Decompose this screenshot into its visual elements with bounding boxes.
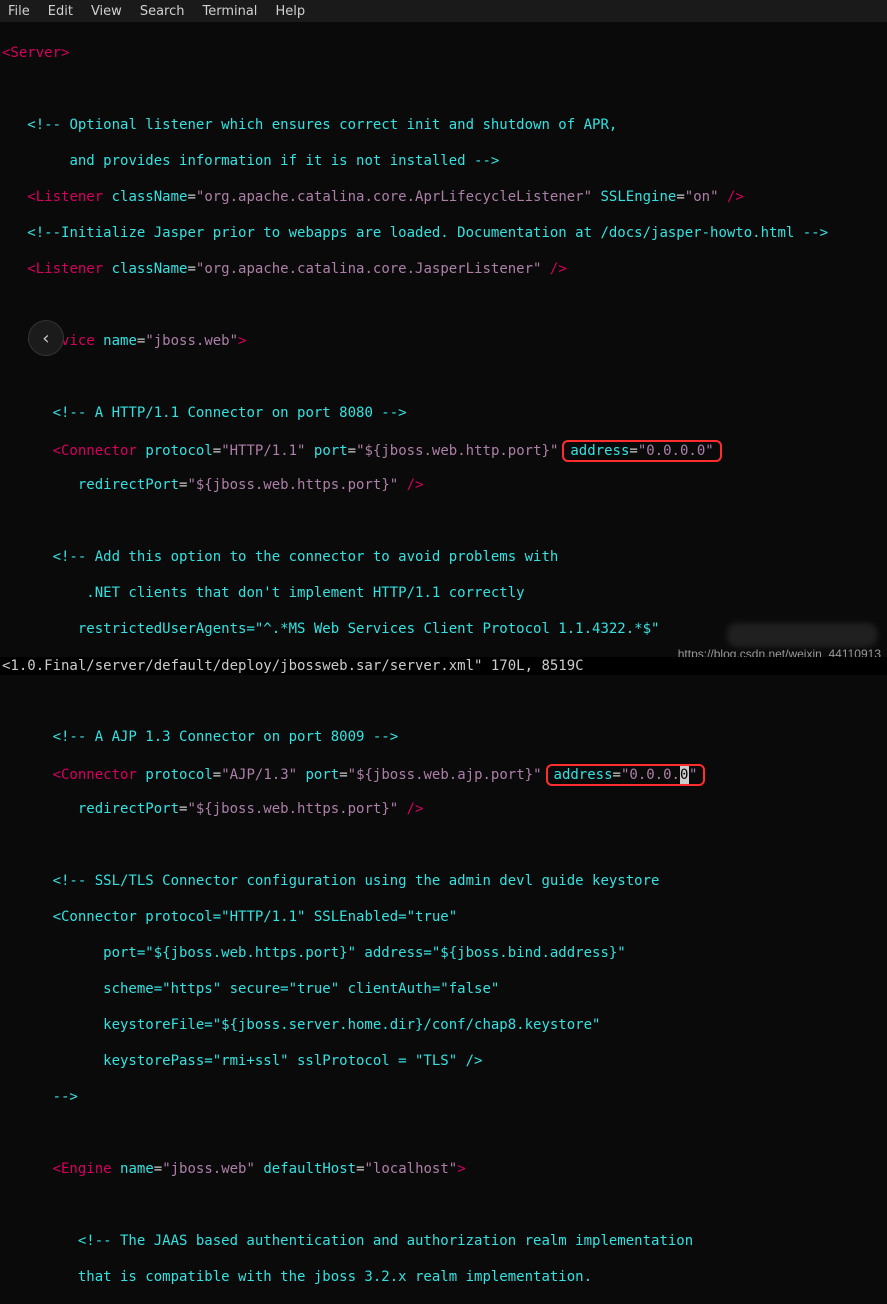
service-gt: > <box>238 333 246 349</box>
val-jboss-web: "jboss.web" <box>145 333 238 349</box>
comment-ssl-5: keystoreFile="${jboss.server.home.dir}/c… <box>78 1017 601 1033</box>
attr-classname-2: className <box>112 261 188 277</box>
comment-jasper: <!--Initialize Jasper prior to webapps a… <box>27 225 828 241</box>
val-engine-name: "jboss.web" <box>162 1161 255 1177</box>
attr-engine-name: name <box>120 1161 154 1177</box>
val-on: "on" <box>685 189 719 205</box>
comment-opt-3: restrictedUserAgents="^.*MS Web Services… <box>53 621 660 637</box>
attr-protocol-1: protocol <box>145 443 212 459</box>
comment-ssl-4: scheme="https" secure="true" clientAuth=… <box>78 981 499 997</box>
comment-ajp: <!-- A AJP 1.3 Connector on port 8009 --… <box>53 729 399 745</box>
attr-classname: className <box>112 189 188 205</box>
val-address-2-tail: " <box>689 767 697 783</box>
attr-port-1: port <box>314 443 348 459</box>
comment-ssl-7: --> <box>53 1089 78 1105</box>
attr-defaulthost: defaultHost <box>263 1161 356 1177</box>
val-apr-listener: "org.apache.catalina.core.AprLifecycleLi… <box>196 189 592 205</box>
highlight-box-2: address="0.0.0.0" <box>546 764 706 786</box>
engine-gt: > <box>457 1161 465 1177</box>
attr-service-name: name <box>103 333 137 349</box>
tag-close-2: /> <box>550 261 567 277</box>
engine-tag: <Engine <box>53 1161 112 1177</box>
menu-help[interactable]: Help <box>275 4 305 19</box>
val-https-port-1: "${jboss.web.https.port}" <box>187 477 398 493</box>
attr-port-2: port <box>305 767 339 783</box>
comment-ssl-1: <!-- SSL/TLS Connector configuration usi… <box>53 873 660 889</box>
comment-ssl-6: keystorePass="rmi+ssl" sslProtocol = "TL… <box>78 1053 483 1069</box>
attr-protocol-2: protocol <box>145 767 212 783</box>
val-localhost: "localhost" <box>365 1161 458 1177</box>
comment-ssl-2: <Connector protocol="HTTP/1.1" SSLEnable… <box>53 909 458 925</box>
nav-back-button[interactable]: ‹ <box>28 320 64 356</box>
comment-jaas-2: that is compatible with the jboss 3.2.x … <box>78 1269 592 1285</box>
val-http-port: "${jboss.web.http.port}" <box>356 443 558 459</box>
val-http11: "HTTP/1.1" <box>221 443 305 459</box>
connector-tag-2: <Connector <box>53 767 137 783</box>
vim-status-line: <1.0.Final/server/default/deploy/jbosswe… <box>0 657 887 675</box>
tag-close: /> <box>727 189 744 205</box>
val-ajp-port: "${jboss.web.ajp.port}" <box>348 767 542 783</box>
menu-search[interactable]: Search <box>140 4 185 19</box>
menu-bar[interactable]: File Edit View Search Terminal Help <box>0 0 887 22</box>
val-https-port-2: "${jboss.web.https.port}" <box>187 801 398 817</box>
listener-tag-1: <Listener <box>27 189 103 205</box>
comment-ssl-3: port="${jboss.web.https.port}" address="… <box>78 945 626 961</box>
watermark-blur <box>727 623 877 647</box>
attr-address-1: address <box>570 443 629 459</box>
menu-terminal[interactable]: Terminal <box>202 4 257 19</box>
menu-edit[interactable]: Edit <box>48 4 73 19</box>
val-address-1: "0.0.0.0" <box>638 443 714 459</box>
comment-apr-2: and provides information if it is not in… <box>27 153 499 169</box>
attr-sslengine: SSLEngine <box>600 189 676 205</box>
val-ajp13: "AJP/1.3" <box>221 767 297 783</box>
comment-opt-1: <!-- Add this option to the connector to… <box>53 549 559 565</box>
chevron-left-icon: ‹ <box>41 328 52 349</box>
comment-apr-1: <!-- Optional listener which ensures cor… <box>27 117 617 133</box>
conn2-close: /> <box>407 801 424 817</box>
listener-tag-2: <Listener <box>27 261 103 277</box>
conn1-close: /> <box>407 477 424 493</box>
menu-view[interactable]: View <box>91 4 122 19</box>
connector-tag-1: <Connector <box>53 443 137 459</box>
attr-redirectport-1: redirectPort <box>78 477 179 493</box>
comment-jaas-1: <!-- The JAAS based authentication and a… <box>78 1233 693 1249</box>
attr-address-2: address <box>554 767 613 783</box>
comment-http: <!-- A HTTP/1.1 Connector on port 8080 -… <box>53 405 407 421</box>
val-jasper-listener: "org.apache.catalina.core.JasperListener… <box>196 261 542 277</box>
highlight-box-1: address="0.0.0.0" <box>562 440 721 462</box>
menu-file[interactable]: File <box>8 4 30 19</box>
server-tag: <Server> <box>2 45 69 61</box>
cursor: 0 <box>680 766 689 784</box>
attr-redirectport-2: redirectPort <box>78 801 179 817</box>
comment-opt-2: .NET clients that don't implement HTTP/1… <box>53 585 525 601</box>
val-address-2-head: "0.0.0. <box>621 767 680 783</box>
